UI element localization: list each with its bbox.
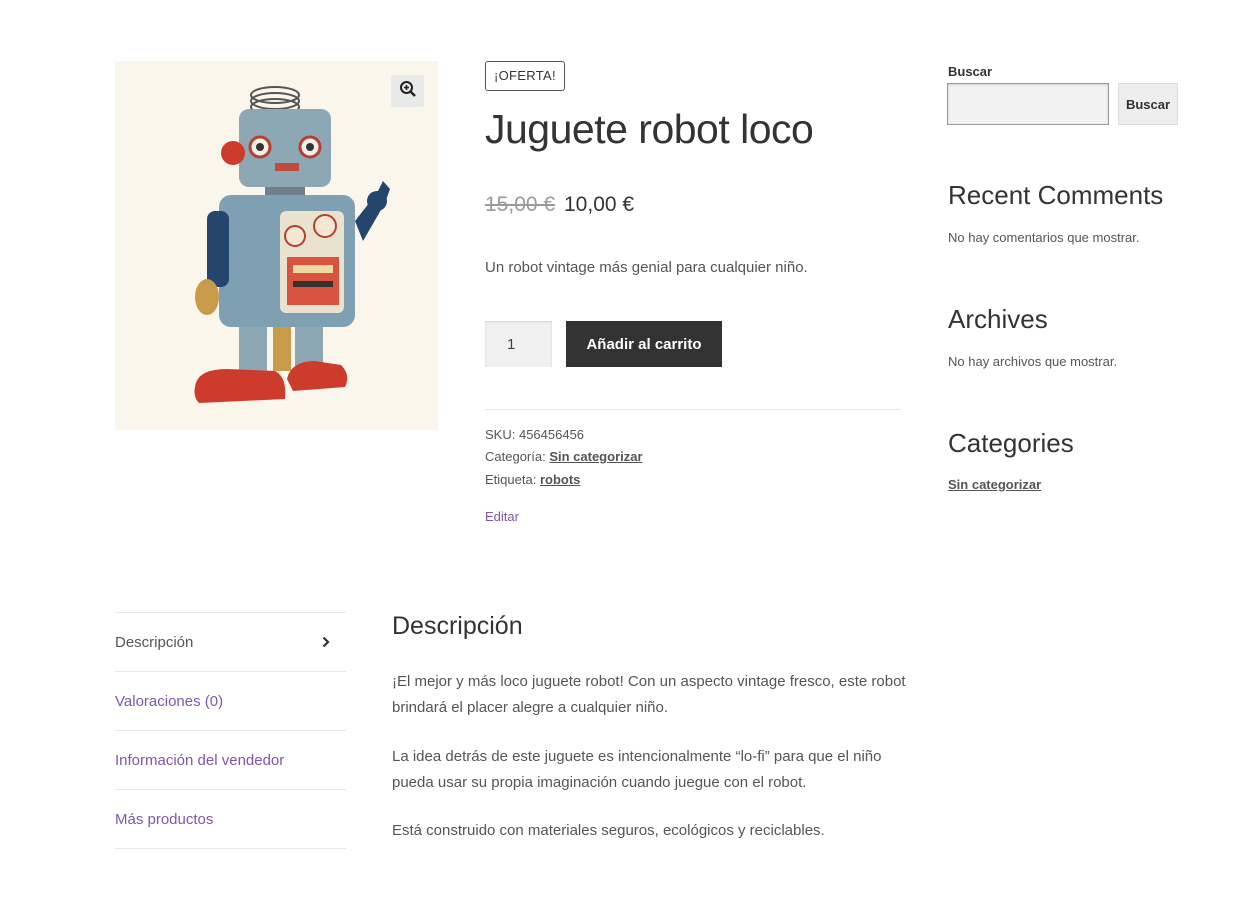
category-line: Categoría: Sin categorizar	[485, 449, 643, 464]
tag-label: Etiqueta:	[485, 472, 537, 487]
categories-title: Categories	[948, 428, 1074, 458]
product-title: Juguete robot loco	[485, 106, 814, 152]
tab-more-products[interactable]: Más productos	[115, 790, 346, 849]
short-description: Un robot vintage más genial para cualqui…	[485, 259, 808, 276]
search-input[interactable]	[947, 83, 1109, 125]
archives-title: Archives	[948, 304, 1048, 334]
zoom-button[interactable]	[391, 75, 424, 107]
tag-link[interactable]: robots	[540, 472, 580, 487]
category-label: Categoría:	[485, 449, 546, 464]
tab-label[interactable]: Más productos	[115, 811, 213, 828]
categories-link[interactable]: Sin categorizar	[948, 477, 1041, 492]
chevron-right-icon	[322, 636, 330, 648]
description-paragraph: ¡El mejor y más loco juguete robot! Con …	[392, 673, 906, 716]
product-image[interactable]	[115, 61, 438, 430]
regular-price: 15,00 €	[485, 193, 556, 216]
sku-line: SKU: 456456456	[485, 427, 584, 442]
category-link[interactable]: Sin categorizar	[549, 449, 642, 464]
description-title: Descripción	[392, 612, 523, 640]
product-tabs: Descripción Valoraciones (0) Información…	[115, 612, 346, 849]
search-button[interactable]: Buscar	[1118, 83, 1178, 125]
sku-label: SKU:	[485, 427, 516, 442]
meta-divider	[485, 409, 901, 410]
description-paragraph: La idea detrás de este juguete es intenc…	[392, 748, 882, 791]
magnifier-plus-icon	[399, 80, 417, 103]
tab-label[interactable]: Descripción	[115, 634, 193, 651]
recent-comments-text: No hay comentarios que mostrar.	[948, 230, 1140, 245]
sale-price: 10,00 €	[564, 193, 635, 216]
archives-text: No hay archivos que mostrar.	[948, 354, 1118, 369]
edit-link[interactable]: Editar	[485, 509, 519, 524]
description-paragraph: Está construido con materiales seguros, …	[392, 822, 825, 839]
add-to-cart-button[interactable]: Añadir al carrito	[566, 321, 722, 367]
sale-badge: ¡Oferta!	[485, 61, 565, 91]
search-label: Buscar	[948, 64, 993, 79]
recent-comments-title: Recent Comments	[948, 180, 1164, 210]
tab-label[interactable]: Valoraciones (0)	[115, 693, 223, 710]
tab-label[interactable]: Información del vendedor	[115, 752, 284, 769]
tab-vendor-info[interactable]: Información del vendedor	[115, 731, 346, 790]
sku-value: 456456456	[518, 427, 585, 442]
tab-reviews[interactable]: Valoraciones (0)	[115, 672, 346, 731]
quantity-input[interactable]	[485, 321, 552, 367]
tag-line: Etiqueta: robots	[485, 472, 580, 487]
tab-description[interactable]: Descripción	[115, 613, 346, 672]
